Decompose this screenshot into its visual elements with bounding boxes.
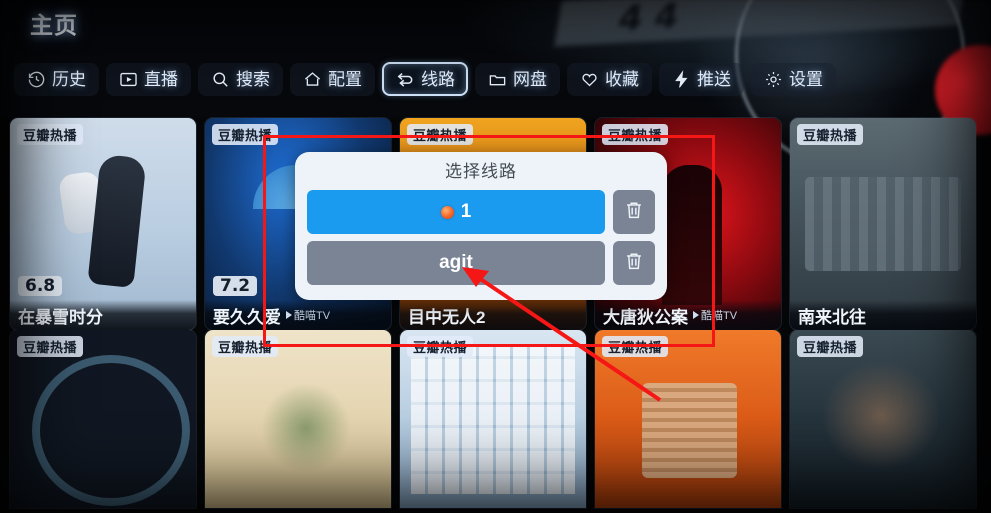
route-option-agit[interactable]: agit — [307, 241, 605, 285]
tv-home-screen: 4 4 主页 历史 直播 搜索 配置 线路 网盘 收藏 推送 设置 豆瓣热播 6… — [0, 0, 991, 513]
route-swap-icon — [395, 69, 415, 89]
nav-item-route[interactable]: 线路 — [382, 62, 468, 96]
main-navbar: 历史 直播 搜索 配置 线路 网盘 收藏 推送 设置 — [14, 62, 843, 96]
poster-card[interactable]: 豆瓣热播 6.8 在暴雪时分 — [10, 118, 196, 330]
poster-badge: 豆瓣热播 — [602, 124, 669, 145]
nav-label-push: 推送 — [697, 69, 731, 89]
background-plate-digits: 4 4 — [615, 0, 682, 40]
poster-badge: 豆瓣热播 — [17, 124, 84, 145]
poster-badge: 豆瓣热播 — [407, 124, 474, 145]
poster-title: 大唐狄公案 — [603, 307, 688, 327]
poster-title-bar: 大唐狄公案 酷喵TV — [595, 300, 781, 330]
route-option-label: 1 — [460, 201, 472, 222]
poster-badge: 豆瓣热播 — [602, 336, 669, 357]
route-option-1[interactable]: 1 — [307, 190, 605, 234]
trash-icon — [623, 199, 645, 226]
route-row: agit — [307, 241, 655, 285]
poster-badge: 豆瓣热播 — [212, 336, 279, 357]
poster-source: 酷喵TV — [693, 307, 737, 323]
route-status-dot-icon — [440, 205, 454, 219]
poster-badge: 豆瓣热播 — [797, 124, 864, 145]
poster-badge: 豆瓣热播 — [17, 336, 84, 357]
route-row: 1 — [307, 190, 655, 234]
nav-label-search: 搜索 — [236, 69, 270, 89]
select-route-dialog: 选择线路 1 agit — [295, 152, 667, 300]
poster-rating: 7.2 — [213, 276, 258, 296]
delete-route-1-button[interactable] — [613, 190, 655, 234]
poster-title: 目中无人2 — [408, 307, 486, 327]
poster-source-label: 酷喵TV — [294, 310, 331, 322]
poster-source-label: 酷喵TV — [701, 310, 738, 322]
nav-item-push[interactable]: 推送 — [659, 62, 744, 96]
nav-label-netdisk: 网盘 — [513, 69, 547, 89]
play-triangle-icon — [286, 311, 292, 319]
poster-card[interactable]: 豆瓣热播 — [595, 330, 781, 508]
home-config-icon — [303, 70, 322, 89]
heart-icon — [580, 70, 599, 89]
dialog-title: 选择线路 — [445, 162, 517, 181]
nav-item-settings[interactable]: 设置 — [751, 62, 836, 96]
nav-label-settings: 设置 — [789, 69, 823, 89]
history-icon — [27, 70, 46, 89]
nav-item-netdisk[interactable]: 网盘 — [475, 62, 560, 96]
folder-icon — [488, 70, 507, 89]
poster-title-bar: 目中无人2 — [400, 300, 586, 330]
poster-card[interactable]: 豆瓣热播 — [400, 330, 586, 508]
poster-card[interactable]: 豆瓣热播 — [790, 330, 976, 508]
nav-item-history[interactable]: 历史 — [14, 62, 99, 96]
nav-item-favorites[interactable]: 收藏 — [567, 62, 652, 96]
poster-card[interactable]: 豆瓣热播 — [205, 330, 391, 508]
poster-title: 南来北往 — [798, 307, 866, 327]
poster-title: 要久久爱 — [213, 307, 281, 327]
delete-route-agit-button[interactable] — [613, 241, 655, 285]
nav-item-config[interactable]: 配置 — [290, 62, 375, 96]
poster-badge: 豆瓣热播 — [797, 336, 864, 357]
trash-icon — [623, 250, 645, 277]
route-option-label: agit — [439, 252, 473, 273]
poster-source: 酷喵TV — [286, 307, 330, 323]
play-triangle-icon — [693, 311, 699, 319]
nav-label-live: 直播 — [144, 69, 178, 89]
poster-title-bar: 要久久爱 酷喵TV — [205, 300, 391, 330]
poster-art — [790, 118, 976, 330]
lightning-icon — [672, 69, 691, 89]
search-icon — [211, 70, 230, 89]
gear-icon — [764, 70, 783, 89]
poster-title: 在暴雪时分 — [18, 307, 103, 327]
poster-title-bar: 南来北往 — [790, 300, 976, 330]
nav-item-live[interactable]: 直播 — [106, 62, 191, 96]
poster-card[interactable]: 豆瓣热播 — [10, 330, 196, 508]
nav-label-config: 配置 — [328, 69, 362, 89]
poster-rating: 6.8 — [18, 276, 63, 296]
poster-title-bar: 在暴雪时分 — [10, 300, 196, 330]
poster-art — [10, 118, 196, 330]
nav-label-history: 历史 — [52, 69, 86, 89]
poster-card[interactable]: 豆瓣热播 南来北往 — [790, 118, 976, 330]
nav-label-favorites: 收藏 — [605, 69, 639, 89]
live-tv-icon — [119, 70, 138, 89]
poster-badge: 豆瓣热播 — [407, 336, 474, 357]
page-title: 主页 — [30, 12, 78, 38]
poster-badge: 豆瓣热播 — [212, 124, 279, 145]
nav-label-route: 线路 — [421, 69, 455, 89]
nav-item-search[interactable]: 搜索 — [198, 62, 283, 96]
